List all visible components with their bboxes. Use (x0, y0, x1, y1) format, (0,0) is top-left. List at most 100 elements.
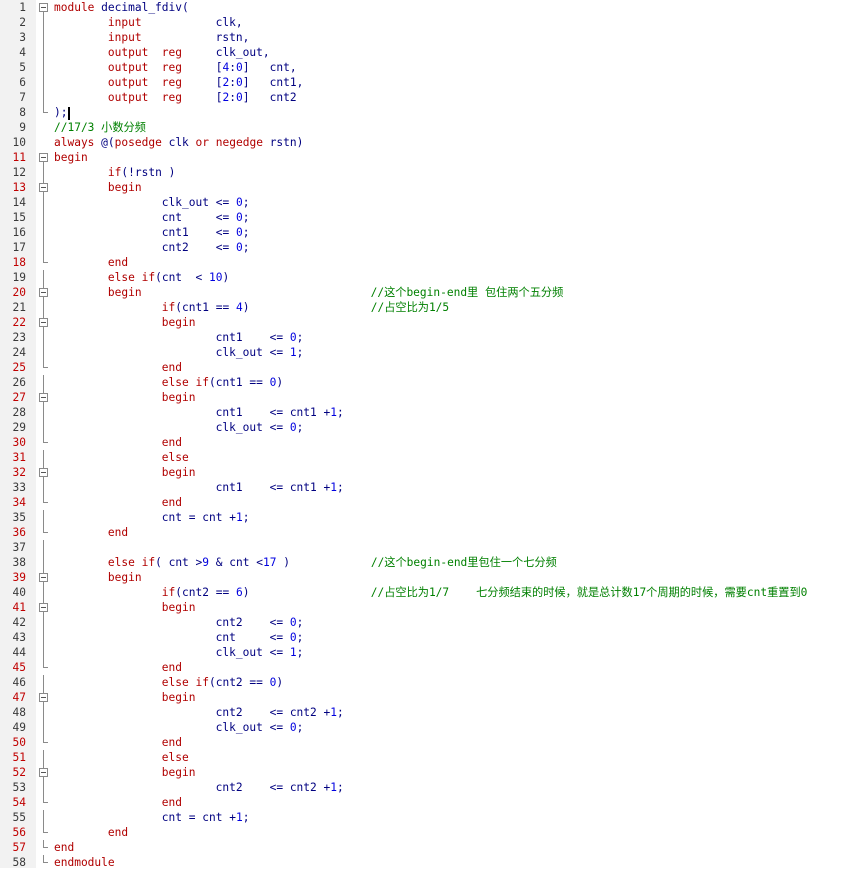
code-text[interactable]: end (54, 525, 128, 540)
code-text[interactable]: end (54, 825, 128, 840)
code-text[interactable]: begin (54, 690, 196, 705)
code-line[interactable]: 8); (0, 105, 865, 120)
code-line[interactable]: 36 end (0, 525, 865, 540)
code-text[interactable]: clk_out <= 0; (54, 720, 304, 735)
code-line[interactable]: 33 cnt1 <= cnt1 +1; (0, 480, 865, 495)
fold-toggle-icon[interactable] (38, 465, 48, 480)
code-text[interactable]: if(!rstn ) (54, 165, 175, 180)
code-text[interactable]: end (54, 360, 182, 375)
code-text[interactable]: cnt <= 0; (54, 210, 250, 225)
code-line[interactable]: 24 clk_out <= 1; (0, 345, 865, 360)
code-text[interactable]: if(cnt1 == 4) //占空比为1/5 (54, 300, 449, 315)
code-text[interactable]: end (54, 840, 74, 855)
code-line[interactable]: 43 cnt <= 0; (0, 630, 865, 645)
code-text[interactable]: else if(cnt2 == 0) (54, 675, 283, 690)
code-line[interactable]: 28 cnt1 <= cnt1 +1; (0, 405, 865, 420)
code-line[interactable]: 22 begin (0, 315, 865, 330)
code-line[interactable]: 25 end (0, 360, 865, 375)
code-line[interactable]: 42 cnt2 <= 0; (0, 615, 865, 630)
code-line[interactable]: 45 end (0, 660, 865, 675)
code-line[interactable]: 13 begin (0, 180, 865, 195)
code-line[interactable]: 41 begin (0, 600, 865, 615)
code-line[interactable]: 55 cnt = cnt +1; (0, 810, 865, 825)
code-line[interactable]: 38 else if( cnt >9 & cnt <17 ) //这个begin… (0, 555, 865, 570)
code-text[interactable]: cnt1 <= cnt1 +1; (54, 480, 344, 495)
fold-toggle-icon[interactable] (38, 570, 48, 585)
fold-toggle-icon[interactable] (38, 600, 48, 615)
code-text[interactable]: cnt2 <= cnt2 +1; (54, 705, 344, 720)
code-line[interactable]: 9 //17/3 小数分频 (0, 120, 865, 135)
code-line[interactable]: 40 if(cnt2 == 6) //占空比为1/7 七分频结束的时候，就是总计… (0, 585, 865, 600)
code-text[interactable]: begin (54, 315, 196, 330)
code-text[interactable]: begin //这个begin-end里 包住两个五分频 (54, 285, 563, 300)
code-editor[interactable]: 1 module decimal_fdiv(2 input clk, 3 input… (0, 0, 865, 869)
code-text[interactable]: output reg [4:0] cnt, (54, 60, 297, 75)
code-text[interactable]: //17/3 小数分频 (54, 120, 146, 135)
code-text[interactable]: begin (54, 765, 196, 780)
code-line[interactable]: 3 input rstn, (0, 30, 865, 45)
code-line[interactable]: 57 end (0, 840, 865, 855)
code-text[interactable]: cnt2 <= 0; (54, 615, 304, 630)
code-text[interactable]: end (54, 255, 128, 270)
code-line[interactable]: 4 output reg clk_out, (0, 45, 865, 60)
code-text[interactable]: cnt1 <= 0; (54, 225, 250, 240)
code-line[interactable]: 54 end (0, 795, 865, 810)
fold-toggle-icon[interactable] (38, 390, 48, 405)
code-line[interactable]: 7 output reg [2:0] cnt2 (0, 90, 865, 105)
code-text[interactable]: begin (54, 180, 142, 195)
code-text[interactable]: else if( cnt >9 & cnt <17 ) //这个begin-en… (54, 555, 557, 570)
code-text[interactable]: input clk, (54, 15, 243, 30)
code-text[interactable]: else (54, 450, 189, 465)
code-text[interactable]: cnt = cnt +1; (54, 510, 250, 525)
code-line[interactable]: 29 clk_out <= 0; (0, 420, 865, 435)
code-line[interactable]: 32 begin (0, 465, 865, 480)
code-line[interactable]: 18 end (0, 255, 865, 270)
code-line[interactable]: 50 end (0, 735, 865, 750)
fold-toggle-icon[interactable] (38, 180, 48, 195)
code-line[interactable]: 56 end (0, 825, 865, 840)
code-text[interactable]: begin (54, 570, 142, 585)
code-text[interactable]: ); (54, 105, 70, 120)
fold-toggle-icon[interactable] (38, 150, 48, 165)
code-text[interactable]: cnt2 <= 0; (54, 240, 250, 255)
code-line[interactable]: 39 begin (0, 570, 865, 585)
code-text[interactable]: input rstn, (54, 30, 249, 45)
code-text[interactable]: clk_out <= 0; (54, 195, 250, 210)
code-line[interactable]: 5 output reg [4:0] cnt, (0, 60, 865, 75)
code-line[interactable]: 34 end (0, 495, 865, 510)
code-text[interactable]: cnt2 <= cnt2 +1; (54, 780, 344, 795)
code-line[interactable]: 53 cnt2 <= cnt2 +1; (0, 780, 865, 795)
code-text[interactable]: output reg clk_out, (54, 45, 270, 60)
code-line[interactable]: 37 (0, 540, 865, 555)
code-text[interactable]: clk_out <= 0; (54, 420, 304, 435)
code-line[interactable]: 21 if(cnt1 == 4) //占空比为1/5 (0, 300, 865, 315)
code-line[interactable]: 35 cnt = cnt +1; (0, 510, 865, 525)
fold-toggle-icon[interactable] (38, 765, 48, 780)
code-text[interactable]: end (54, 795, 182, 810)
fold-toggle-icon[interactable] (38, 285, 48, 300)
code-text[interactable]: begin (54, 465, 196, 480)
code-text[interactable]: output reg [2:0] cnt2 (54, 90, 297, 105)
fold-toggle-icon[interactable] (38, 315, 48, 330)
code-text[interactable]: always @(posedge clk or negedge rstn) (54, 135, 303, 150)
fold-toggle-icon[interactable] (38, 0, 48, 15)
code-text[interactable]: end (54, 735, 182, 750)
code-line[interactable]: 31 else (0, 450, 865, 465)
code-text[interactable]: output reg [2:0] cnt1, (54, 75, 303, 90)
code-text[interactable]: end (54, 435, 182, 450)
code-line[interactable]: 30 end (0, 435, 865, 450)
code-text[interactable]: cnt1 <= cnt1 +1; (54, 405, 344, 420)
code-line[interactable]: 49 clk_out <= 0; (0, 720, 865, 735)
code-text[interactable]: else if(cnt < 10) (54, 270, 229, 285)
code-line[interactable]: 47 begin (0, 690, 865, 705)
code-line[interactable]: 44 clk_out <= 1; (0, 645, 865, 660)
code-text[interactable]: module decimal_fdiv( (54, 0, 189, 15)
code-line[interactable]: 20 begin //这个begin-end里 包住两个五分频 (0, 285, 865, 300)
code-line[interactable]: 23 cnt1 <= 0; (0, 330, 865, 345)
code-text[interactable]: clk_out <= 1; (54, 645, 304, 660)
code-line[interactable]: 46 else if(cnt2 == 0) (0, 675, 865, 690)
code-text[interactable]: begin (54, 150, 88, 165)
code-line[interactable]: 10 always @(posedge clk or negedge rstn) (0, 135, 865, 150)
code-text[interactable]: clk_out <= 1; (54, 345, 304, 360)
fold-toggle-icon[interactable] (38, 690, 48, 705)
